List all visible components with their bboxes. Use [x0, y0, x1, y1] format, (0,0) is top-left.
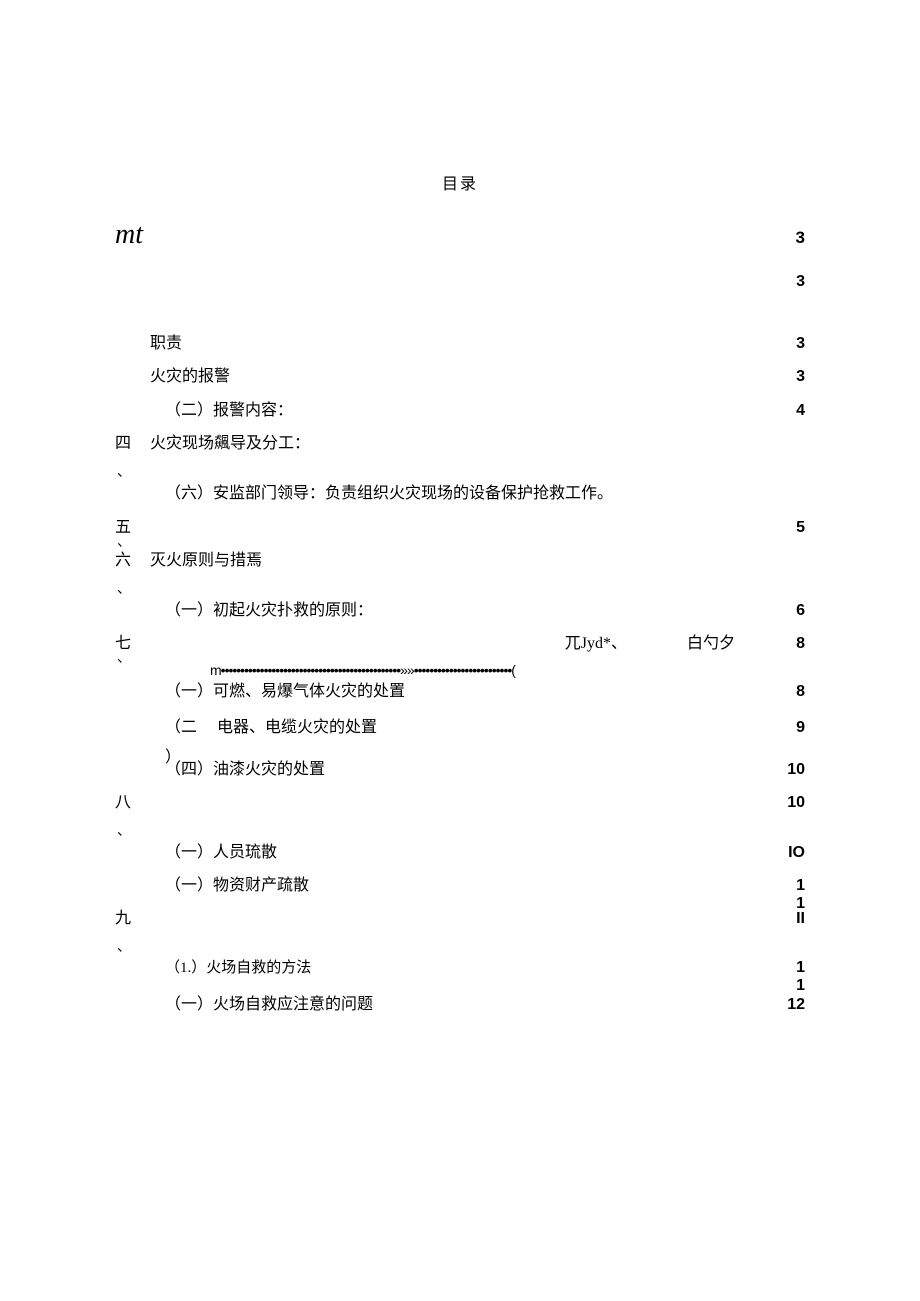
- toc-row-dots: m ••••••••••••••••••••••••••••••••••••••…: [115, 659, 805, 681]
- toc-row-baojing-content: （二）报警内容： 4: [115, 398, 805, 424]
- section-marker: 八: [115, 790, 150, 816]
- page-num: 5: [765, 515, 805, 541]
- page-num: II: [765, 906, 805, 932]
- document-page: 目录 mt 3 3 职责 3 火灾的报警 3 （二）报警内容： 4 四 火灾现场…: [0, 0, 920, 1018]
- section-marker: 四: [115, 431, 150, 457]
- toc-fragment: 兀Jyd*、: [565, 631, 627, 657]
- toc-text: （一）火场自救应注意的问题: [165, 992, 373, 1018]
- section-7: 七 兀Jyd*、 白勺夕 8 、 m •••••••••••••••••••••…: [115, 631, 805, 782]
- page-num: 9: [765, 715, 805, 741]
- section-6: 六 灭火原则与措焉 、 （一）初起火灾扑救的原则： 6: [115, 548, 805, 623]
- toc-text: 火灾现场飆导及分工：: [150, 431, 310, 457]
- marker-comma: 、: [117, 461, 805, 481]
- toc-row-combustible: （一）可燃、易爆气体火灾的处置 8: [115, 679, 805, 705]
- section-marker: 六: [115, 548, 150, 574]
- page-num: 10: [765, 790, 805, 816]
- toc-row-empty-3: 3: [115, 269, 805, 295]
- toc-row-first-fire: （一）初起火灾扑救的原则： 6: [115, 598, 805, 624]
- toc-text: 电器、电缆火灾的处置: [217, 715, 377, 741]
- toc-text: 职责: [150, 331, 182, 357]
- page-num: 3: [765, 331, 805, 357]
- toc-row-selfrescue-note: （一）火场自救应注意的问题 12: [115, 992, 805, 1018]
- page-num: 8: [765, 679, 805, 705]
- toc-text: （1.）火场自救的方法: [165, 956, 311, 980]
- page-num: 3: [765, 364, 805, 390]
- toc-row-anjiandept: （六）安监部门领导：负责组织火灾现场的设备保护抢救工作。: [115, 481, 805, 507]
- toc-text: 灭火原则与措焉: [150, 548, 262, 574]
- toc-text: 火灾的报警: [150, 364, 230, 390]
- page-num: 10: [765, 757, 805, 783]
- toc-text: （六）安监部门领导：负责组织火灾现场的设备保护抢救工作。: [165, 481, 613, 507]
- page-num: 3: [765, 269, 805, 295]
- toc-row-electric: （二 电器、电缆火灾的处置 9: [115, 715, 805, 741]
- toc-row-8: 八 10: [115, 790, 805, 816]
- heading-mt-text: mt: [115, 219, 143, 251]
- toc-text: （一）物资财产疏散: [165, 873, 309, 899]
- page-num: 3: [796, 228, 805, 248]
- toc-text: （一）可燃、易爆气体火灾的处置: [165, 679, 405, 705]
- marker-comma: 、: [117, 820, 805, 840]
- toc-row-principle: 六 灭火原则与措焉: [115, 548, 805, 574]
- dots-text: ••••••••••••••••••••••••••••••••••••••••…: [221, 659, 515, 681]
- toc-row-baojing: 火灾的报警 3: [115, 364, 805, 390]
- page-num: 1: [765, 877, 805, 895]
- page-num: 1: [765, 959, 805, 977]
- toc-row-7: 七 兀Jyd*、 白勺夕 8: [115, 631, 805, 657]
- toc-text: （四）油漆火灾的处置: [165, 757, 325, 783]
- toc-row-leadership: 四 火灾现场飆导及分工：: [115, 431, 805, 457]
- toc-text: （二）报警内容：: [165, 398, 293, 424]
- section-4: 四 火灾现场飆导及分工： 、 （六）安监部门领导：负责组织火灾现场的设备保护抢救…: [115, 431, 805, 506]
- toc-text: （一）初起火灾扑救的原则：: [165, 598, 373, 624]
- toc-title: 目录: [115, 170, 805, 194]
- heading-mt-row: mt 3: [115, 219, 805, 251]
- marker-comma: 、: [117, 578, 805, 598]
- toc-row-9: 九 II: [115, 906, 805, 932]
- page-num: 12: [765, 992, 805, 1018]
- toc-row-paint: （四）油漆火灾的处置 10: [115, 757, 805, 783]
- toc-text: （一）人员琉散: [165, 840, 277, 866]
- page-num: IO: [765, 840, 805, 866]
- page-num: 6: [765, 598, 805, 624]
- marker-comma: 、: [117, 647, 131, 667]
- toc-prefix: （二: [165, 715, 197, 741]
- toc-row-zhize: 职责 3: [115, 331, 805, 357]
- toc-row-evacuate-people: （一）人员琉散 IO: [115, 840, 805, 866]
- section-5: 五 5 、: [115, 515, 805, 541]
- toc-row-selfrescue: （1.）火场自救的方法 1 1: [115, 956, 805, 994]
- page-num: 8: [765, 631, 805, 657]
- section-9: 九 II 、 （1.）火场自救的方法 1 1 （一）火场自救应注意的问题 12: [115, 906, 805, 1017]
- page-num: 4: [765, 398, 805, 424]
- page-num-stacked: 1 1: [765, 959, 805, 994]
- toc-fragment: 白勺夕: [687, 631, 735, 657]
- dots-prefix: m: [210, 659, 221, 681]
- toc-row-5: 五 5: [115, 515, 805, 541]
- marker-comma: 、: [117, 936, 805, 956]
- section-8: 八 10 、 （一）人员琉散 IO （一）物资财产疏散 1 1: [115, 790, 805, 912]
- section-marker: 九: [115, 906, 150, 932]
